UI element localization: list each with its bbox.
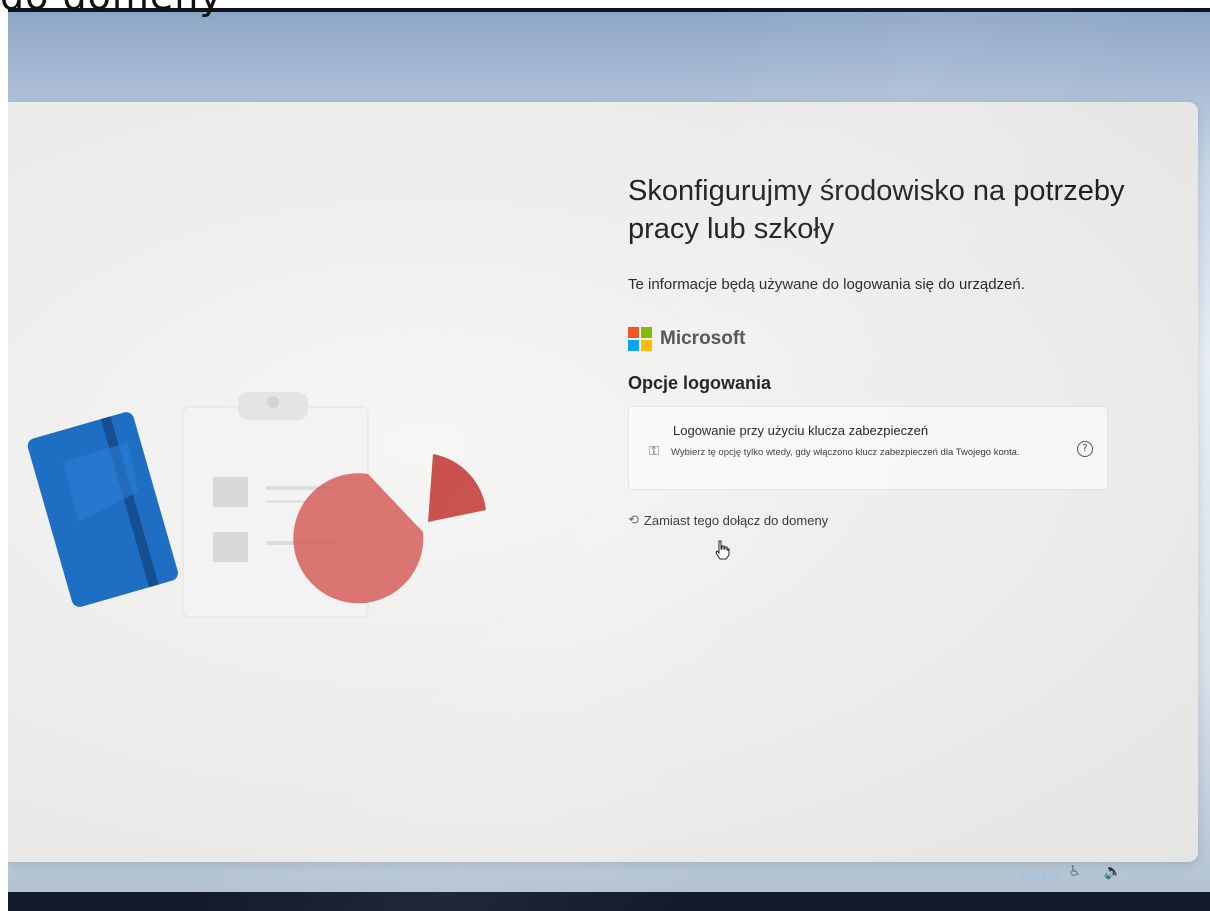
security-key-icon: ⚿ (649, 443, 659, 458)
back-button[interactable]: Wstecz (1018, 867, 1061, 882)
page-subtitle: Te informacje będą używane do logowania … (628, 276, 1025, 293)
photo-caption: do domeny (0, 0, 223, 18)
logo-square-red (628, 327, 639, 338)
oobe-content: Skonfigurujmy środowisko na potrzeby pra… (628, 172, 1168, 528)
security-key-option-description: Wybierz tę opcję tylko wtedy, gdy włączo… (671, 447, 1020, 458)
domain-icon: ⟲ (628, 512, 639, 527)
help-icon[interactable]: ? (1077, 441, 1093, 457)
join-domain-link[interactable]: ⟲ Zamiast tego dołącz do domeny (628, 512, 1168, 528)
hand-cursor-icon (715, 540, 730, 560)
monitor: Skonfigurujmy środowisko na potrzeby pra… (8, 8, 1210, 911)
security-key-option-title: Logowanie przy użyciu klucza zabezpiecze… (673, 423, 929, 438)
volume-icon[interactable]: 🔊 (1103, 862, 1122, 880)
microsoft-brand: Microsoft (628, 327, 1168, 351)
logo-square-blue (628, 340, 639, 351)
security-key-option[interactable]: Logowanie przy użyciu klucza zabezpiecze… (628, 406, 1108, 490)
accessibility-icon[interactable]: ♿ (1068, 862, 1081, 880)
logo-square-green (641, 327, 652, 338)
notebook-illustration (27, 412, 178, 607)
work-school-illustration (27, 392, 486, 618)
join-domain-link-label: Zamiast tego dołącz do domeny (643, 512, 829, 528)
system-tray: ♿ 🔊 (1068, 862, 1122, 880)
oobe-window: Skonfigurujmy środowisko na potrzeby pra… (8, 102, 1198, 882)
page-title: Skonfigurujmy środowisko na potrzeby pra… (628, 175, 1125, 245)
microsoft-name: Microsoft (660, 328, 746, 349)
photo: do domeny (0, 0, 1210, 911)
desktop-background: Skonfigurujmy środowisko na potrzeby pra… (8, 12, 1210, 892)
logo-square-yellow (641, 340, 652, 351)
microsoft-logo-icon (628, 327, 652, 351)
sign-in-options-heading: Opcje logowania (628, 373, 772, 393)
